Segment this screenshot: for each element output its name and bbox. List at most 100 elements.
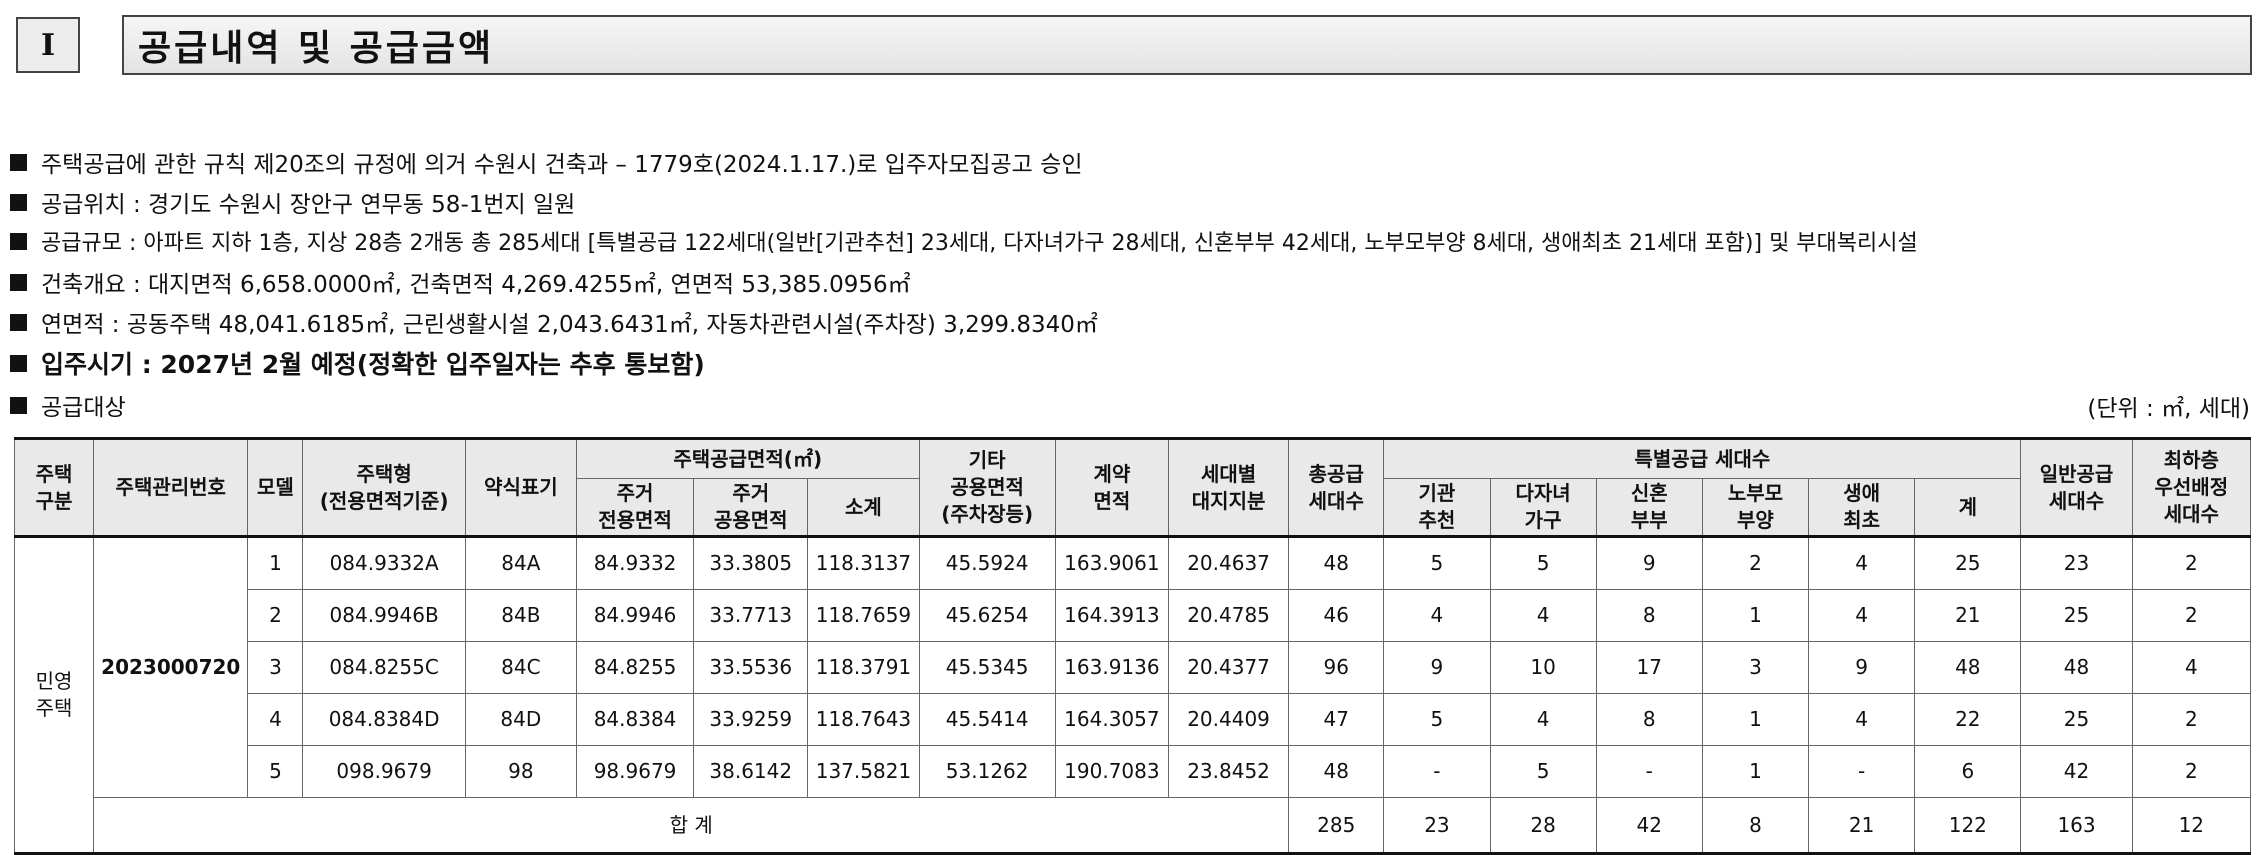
institution-cell: 23 [1383, 797, 1491, 854]
special-total-cell: 48 [1914, 641, 2022, 694]
square-bullet-icon [10, 273, 27, 291]
other-cell: 45.5924 [918, 536, 1056, 590]
table-row: 민영 주택 2023000720 1 084.9332A 84A 84.9332 … [13, 536, 2252, 854]
header-house-category: 주택 구분 [13, 438, 95, 537]
info-line-text: 공급규모 : 아파트 지하 1층, 지상 28층 2개동 총 285세대 [특별… [41, 231, 1918, 256]
multi-child-cell: 28 [1489, 797, 1597, 854]
elderly-cell: 3 [1701, 641, 1810, 694]
header-special-total: 계 [1914, 478, 2022, 537]
abbr-cell: 84C [464, 641, 577, 694]
multi-child-cell: 4 [1489, 693, 1597, 746]
subtotal-cell: 137.5821 [807, 745, 920, 798]
header-multi-child: 다자녀 가구 [1489, 478, 1597, 537]
land-cell: 20.4377 [1167, 641, 1290, 694]
subtotal-cell: 118.3791 [807, 641, 920, 694]
exclusive-cell: 84.9332 [575, 536, 695, 590]
first-time-cell: - [1808, 745, 1916, 798]
exclusive-cell: 84.8255 [575, 641, 695, 694]
common-cell: 38.6142 [693, 745, 809, 798]
square-bullet-icon [10, 396, 27, 414]
elderly-cell: 1 [1701, 693, 1810, 746]
general-cell: 42 [2020, 745, 2133, 798]
total-label-cell: 합 계 [93, 797, 1290, 854]
common-cell: 33.5536 [693, 641, 809, 694]
info-line-text: 주택공급에 관한 규칙 제20조의 규정에 의거 수원시 건축과 – 1779호… [41, 152, 1083, 178]
header-subtotal: 소계 [807, 478, 920, 537]
contract-cell: 164.3057 [1054, 693, 1169, 746]
table-row: 4 084.8384D 84D 84.8384 33.9259 118.7643… [15, 693, 2252, 746]
header-exclusive-area: 주거 전용면적 [575, 478, 695, 537]
info-line-text: 공급위치 : 경기도 수원시 장안구 연무동 58-1번지 일원 [41, 192, 576, 218]
model-cell: 2 [247, 589, 304, 642]
other-cell: 45.5345 [918, 641, 1056, 694]
special-total-cell: 21 [1914, 589, 2022, 642]
info-line-scale: 공급규모 : 아파트 지하 1층, 지상 28층 2개동 총 285세대 [특별… [10, 225, 1918, 257]
info-line-location: 공급위치 : 경기도 수원시 장안구 연무동 58-1번지 일원 [10, 185, 575, 219]
total-cell: 46 [1288, 589, 1385, 642]
header-other-common: 기타 공용면적 (주차장등) [918, 438, 1056, 537]
header-general-units: 일반공급 세대수 [2020, 438, 2133, 537]
common-cell: 33.3805 [693, 536, 809, 590]
model-cell: 5 [247, 745, 304, 798]
subtotal-cell: 118.7659 [807, 589, 920, 642]
exclusive-cell: 84.9946 [575, 589, 695, 642]
lowest-floor-cell: 4 [2131, 641, 2252, 694]
info-line-approval: 주택공급에 관한 규칙 제20조의 규정에 의거 수원시 건축과 – 1779호… [10, 145, 1082, 179]
square-bullet-icon [10, 153, 27, 171]
common-cell: 33.9259 [693, 693, 809, 746]
first-time-cell: 4 [1808, 693, 1916, 746]
elderly-cell: 2 [1701, 536, 1810, 590]
header-management-no: 주택관리번호 [93, 438, 249, 537]
total-cell: 48 [1288, 536, 1385, 590]
type-cell: 084.8255C [302, 641, 466, 694]
contract-cell: 164.3913 [1054, 589, 1169, 642]
header-land-share: 세대별 대지지분 [1167, 438, 1290, 537]
exclusive-cell: 98.9679 [575, 745, 695, 798]
multi-child-cell: 5 [1489, 536, 1597, 590]
info-line-floor-area: 연면적 : 공동주택 48,041.6185㎡, 근린생활시설 2,043.64… [10, 305, 1098, 339]
table-row: 3 084.8255C 84C 84.8255 33.5536 118.3791… [15, 641, 2252, 694]
info-line-target: 공급대상 [10, 388, 126, 422]
type-cell: 098.9679 [302, 745, 466, 798]
header-model: 모델 [247, 438, 304, 537]
header-first-time: 생애 최초 [1808, 478, 1916, 537]
contract-cell: 163.9061 [1054, 536, 1169, 590]
model-cell: 1 [247, 536, 304, 590]
management-no-cell: 2023000720 [93, 536, 249, 798]
special-total-cell: 122 [1914, 797, 2022, 854]
total-cell: 96 [1288, 641, 1385, 694]
general-cell: 163 [2020, 797, 2133, 854]
header-lowest-floor: 최하층 우선배정 세대수 [2131, 438, 2252, 537]
info-line-text: 건축개요 : 대지면적 6,658.0000㎡, 건축면적 4,269.4255… [41, 272, 911, 298]
first-time-cell: 4 [1808, 536, 1916, 590]
total-cell: 285 [1288, 797, 1385, 854]
elderly-cell: 8 [1701, 797, 1810, 854]
multi-child-cell: 5 [1489, 745, 1597, 798]
lowest-floor-cell: 2 [2131, 693, 2252, 746]
newlywed-cell: - [1595, 745, 1703, 798]
institution-cell: 5 [1383, 693, 1491, 746]
header-common-area: 주거 공용면적 [693, 478, 809, 537]
unit-label: (단위 : ㎡, 세대) [2087, 396, 2250, 422]
general-cell: 25 [2020, 589, 2133, 642]
elderly-cell: 1 [1701, 745, 1810, 798]
section-number: I [16, 17, 80, 73]
header-elderly-parent: 노부모 부양 [1701, 478, 1810, 537]
info-line-text: 연면적 : 공동주택 48,041.6185㎡, 근린생활시설 2,043.64… [41, 312, 1098, 338]
header-institution: 기관 추천 [1383, 478, 1491, 537]
lowest-floor-cell: 2 [2131, 536, 2252, 590]
newlywed-cell: 42 [1595, 797, 1703, 854]
general-cell: 23 [2020, 536, 2133, 590]
general-cell: 48 [2020, 641, 2133, 694]
square-bullet-icon [10, 232, 27, 250]
special-total-cell: 6 [1914, 745, 2022, 798]
land-cell: 20.4637 [1167, 536, 1290, 590]
subtotal-cell: 118.3137 [807, 536, 920, 590]
other-cell: 53.1262 [918, 745, 1056, 798]
header-newlywed: 신혼 부부 [1595, 478, 1703, 537]
header-area-group: 주택공급면적(㎡) [575, 438, 920, 479]
square-bullet-icon [10, 193, 27, 211]
elderly-cell: 1 [1701, 589, 1810, 642]
multi-child-cell: 4 [1489, 589, 1597, 642]
total-row: 합 계 285 23 28 42 8 21 122 163 12 [15, 797, 2252, 854]
